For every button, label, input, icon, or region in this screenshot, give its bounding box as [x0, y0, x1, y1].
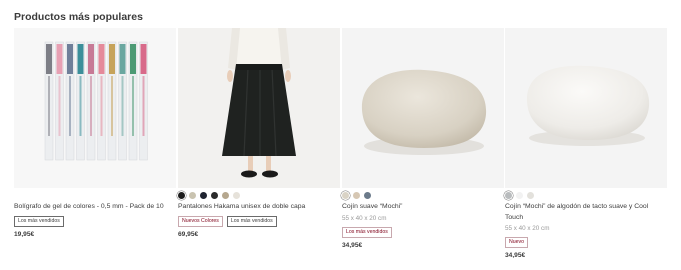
- mochi-cushion-white-illustration: [505, 28, 667, 188]
- color-swatches: [178, 192, 340, 200]
- badge-group: Los más vendidos: [342, 226, 504, 238]
- color-swatch[interactable]: [505, 192, 512, 199]
- gel-pens-pack-image[interactable]: [14, 28, 176, 188]
- color-swatch[interactable]: [189, 192, 196, 199]
- mochi-cushion-beige-image[interactable]: [342, 28, 504, 188]
- badge-best-seller: Los más vendidos: [226, 215, 277, 227]
- badge-best-seller: Los más vendidos: [14, 215, 64, 227]
- badge-new: Nuevo: [505, 237, 528, 248]
- color-swatch[interactable]: [364, 192, 371, 199]
- badge-new-colors: Nuevos Colores: [178, 215, 223, 227]
- product-dimensions: 55 x 40 x 20 cm: [342, 214, 387, 222]
- product-price: 34,95€: [505, 252, 526, 259]
- color-swatch[interactable]: [233, 192, 240, 199]
- product-name[interactable]: Pantalones Hakama unisex de doble capa: [178, 202, 340, 213]
- gel-pens-illustration: [14, 28, 176, 188]
- mochi-cushion-white-image[interactable]: [505, 28, 667, 188]
- color-swatch[interactable]: [222, 192, 229, 199]
- color-swatches: [505, 192, 667, 200]
- color-swatch[interactable]: [353, 192, 360, 199]
- color-swatch[interactable]: [516, 192, 523, 199]
- color-swatch[interactable]: [342, 192, 349, 199]
- color-swatches: [342, 192, 504, 200]
- product-name[interactable]: Bolígrafo de gel de colores - 0,5 mm - P…: [14, 202, 176, 213]
- hakama-pants-illustration: [178, 28, 340, 188]
- color-swatch[interactable]: [178, 192, 185, 199]
- badge-group: Nuevos Colores Los más vendidos: [178, 215, 340, 227]
- product-price: 34,95€: [342, 241, 363, 249]
- product-card[interactable]: Cojín “Mochi” de algodón de tacto suave …: [505, 28, 667, 259]
- section-title: Productos más populares: [14, 11, 143, 23]
- color-swatch[interactable]: [211, 192, 218, 199]
- product-dimensions: 55 x 40 x 20 cm: [505, 225, 550, 232]
- product-card[interactable]: Pantalones Hakama unisex de doble capa N…: [178, 28, 340, 238]
- hakama-pants-image[interactable]: [178, 28, 340, 188]
- product-price: 19,95€: [14, 230, 35, 238]
- badge-group: Nuevo: [505, 237, 667, 248]
- product-card[interactable]: Bolígrafo de gel de colores - 0,5 mm - P…: [14, 28, 176, 238]
- color-swatch[interactable]: [527, 192, 534, 199]
- product-price: 69,95€: [178, 230, 199, 238]
- product-name[interactable]: Cojín suave “Mochi”: [342, 202, 504, 213]
- color-swatch[interactable]: [200, 192, 207, 199]
- product-card[interactable]: Cojín suave “Mochi” 55 x 40 x 20 cm Los …: [342, 28, 504, 249]
- badge-best-seller: Los más vendidos: [342, 226, 392, 238]
- mochi-cushion-beige-illustration: [342, 28, 504, 188]
- badge-group: Los más vendidos: [14, 215, 176, 227]
- product-name[interactable]: Cojín “Mochi” de algodón de tacto suave …: [505, 202, 667, 223]
